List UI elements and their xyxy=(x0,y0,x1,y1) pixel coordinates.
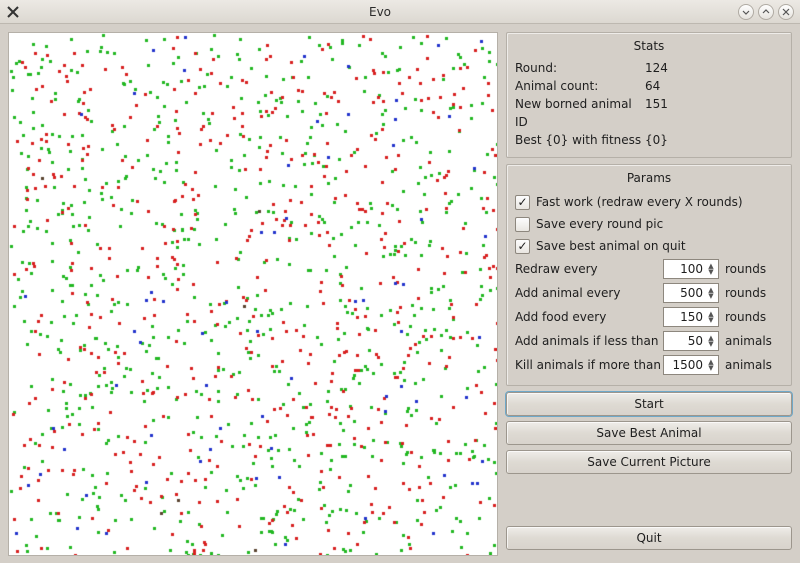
minimize-button[interactable] xyxy=(738,4,754,20)
stats-panel: Stats Round: 124 Animal count: 64 New bo… xyxy=(506,32,792,158)
redraw-every-label: Redraw every xyxy=(515,262,663,276)
save-best-on-quit-row[interactable]: Save best animal on quit xyxy=(515,235,783,257)
animal-count-value: 64 xyxy=(645,77,660,95)
round-value: 124 xyxy=(645,59,668,77)
add-animal-suffix: rounds xyxy=(725,286,766,300)
kill-if-more-value: 1500 xyxy=(668,358,703,372)
save-every-pic-label: Save every round pic xyxy=(536,217,663,231)
add-food-label: Add food every xyxy=(515,310,663,324)
simulation-view xyxy=(8,32,498,556)
add-food-spinner[interactable]: 150 ▲▼ xyxy=(663,307,719,327)
redraw-every-suffix: rounds xyxy=(725,262,766,276)
add-animal-value: 500 xyxy=(668,286,703,300)
save-best-on-quit-checkbox[interactable] xyxy=(515,239,530,254)
stats-title: Stats xyxy=(515,39,783,53)
save-every-pic-row[interactable]: Save every round pic xyxy=(515,213,783,235)
spinner-buttons-icon[interactable]: ▲▼ xyxy=(706,311,716,323)
fast-work-row[interactable]: Fast work (redraw every X rounds) xyxy=(515,191,783,213)
add-if-less-value: 50 xyxy=(668,334,703,348)
fast-work-label: Fast work (redraw every X rounds) xyxy=(536,195,743,209)
save-best-animal-button[interactable]: Save Best Animal xyxy=(506,421,792,445)
spinner-buttons-icon[interactable]: ▲▼ xyxy=(706,263,716,275)
add-if-less-suffix: animals xyxy=(725,334,772,348)
add-if-less-label: Add animals if less than xyxy=(515,334,663,348)
round-label: Round: xyxy=(515,59,645,77)
save-every-pic-checkbox[interactable] xyxy=(515,217,530,232)
best-fitness-line: Best {0} with fitness {0} xyxy=(515,131,783,149)
side-panel: Stats Round: 124 Animal count: 64 New bo… xyxy=(506,32,792,555)
new-animal-value: 151 xyxy=(645,95,668,131)
kill-if-more-label: Kill animals if more than xyxy=(515,358,663,372)
new-animal-label: New borned animal ID xyxy=(515,95,645,131)
add-food-value: 150 xyxy=(668,310,703,324)
kill-if-more-spinner[interactable]: 1500 ▲▼ xyxy=(663,355,719,375)
window-title: Evo xyxy=(26,5,734,19)
titlebar: Evo xyxy=(0,0,800,24)
spinner-buttons-icon[interactable]: ▲▼ xyxy=(706,287,716,299)
save-current-picture-button[interactable]: Save Current Picture xyxy=(506,450,792,474)
add-animal-spinner[interactable]: 500 ▲▼ xyxy=(663,283,719,303)
params-panel: Params Fast work (redraw every X rounds)… xyxy=(506,164,792,386)
app-icon xyxy=(6,5,20,19)
maximize-button[interactable] xyxy=(758,4,774,20)
simulation-canvas xyxy=(9,33,497,555)
quit-button[interactable]: Quit xyxy=(506,526,792,550)
start-button[interactable]: Start xyxy=(506,392,792,416)
spinner-buttons-icon[interactable]: ▲▼ xyxy=(706,359,716,371)
save-best-on-quit-label: Save best animal on quit xyxy=(536,239,686,253)
redraw-every-value: 100 xyxy=(668,262,703,276)
spinner-buttons-icon[interactable]: ▲▼ xyxy=(706,335,716,347)
animal-count-label: Animal count: xyxy=(515,77,645,95)
kill-if-more-suffix: animals xyxy=(725,358,772,372)
fast-work-checkbox[interactable] xyxy=(515,195,530,210)
add-animal-label: Add animal every xyxy=(515,286,663,300)
redraw-every-spinner[interactable]: 100 ▲▼ xyxy=(663,259,719,279)
add-food-suffix: rounds xyxy=(725,310,766,324)
add-if-less-spinner[interactable]: 50 ▲▼ xyxy=(663,331,719,351)
close-button[interactable] xyxy=(778,4,794,20)
params-title: Params xyxy=(515,171,783,185)
